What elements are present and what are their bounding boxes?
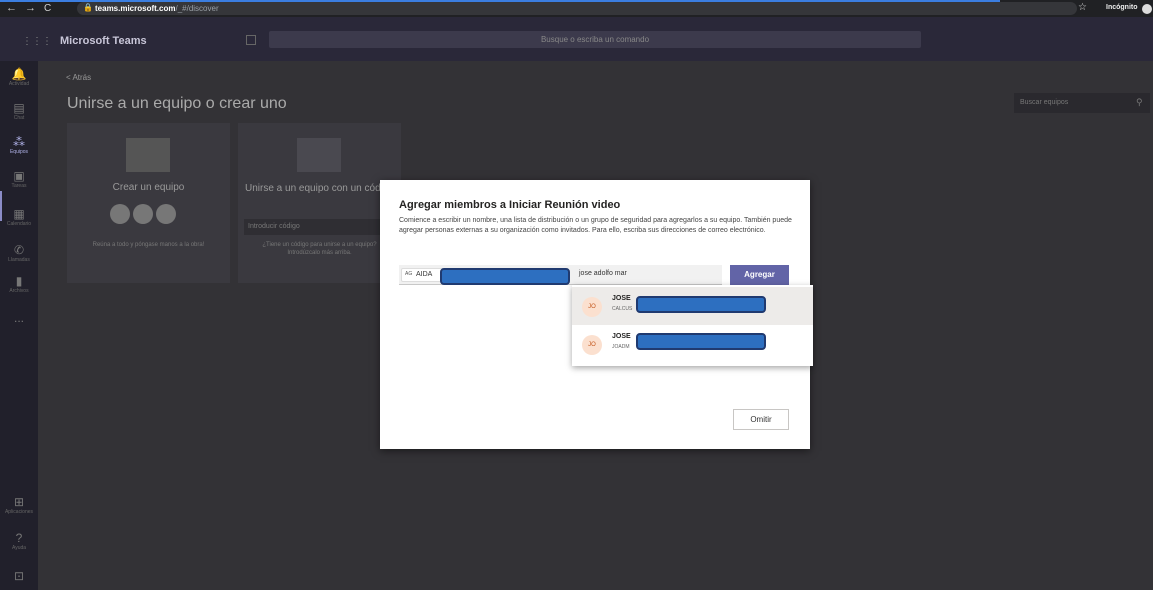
calendar-icon: ▦ [13, 207, 25, 221]
help-icon: ? [15, 531, 23, 545]
redaction-overlay [636, 333, 766, 350]
rail-label: Calendario [6, 221, 32, 227]
team-avatars-illustration [110, 204, 179, 229]
tasks-icon: ▣ [13, 169, 25, 183]
rail-item-tasks[interactable]: ▣ Tareas [0, 169, 38, 190]
rail-item-calendar[interactable]: ▦ Calendario [0, 207, 38, 228]
bell-icon: 🔔 [11, 67, 27, 81]
team-search-input[interactable]: Buscar equipos ⚲ [1014, 93, 1150, 113]
rail-label: Archivos [9, 288, 29, 294]
redaction-overlay [636, 296, 766, 313]
browser-toolbar: ← → C 🔒 teams.microsoft.com/_#/discover … [0, 0, 1153, 17]
rail-label: Actividad [8, 81, 30, 87]
app-name: Microsoft Teams [60, 35, 147, 47]
suggestion-detail: JOADM [612, 344, 630, 350]
rail-label: Equipos [9, 149, 29, 155]
download-app-icon: ⊡ [13, 569, 25, 583]
left-rail: 🔔 Actividad ▤ Chat ⁂ Equipos ▣ Tareas ▦ … [0, 61, 38, 590]
address-bar[interactable]: 🔒 teams.microsoft.com/_#/discover [77, 2, 1077, 15]
dialog-title: Agregar miembros a Iniciar Reunión video [399, 199, 621, 211]
rail-item-download[interactable]: ⊡ [0, 569, 38, 583]
phone-icon: ✆ [13, 243, 25, 257]
rail-item-help[interactable]: ? Ayuda [0, 531, 38, 552]
incognito-label: Incógnito [1106, 4, 1138, 11]
create-team-illustration [126, 138, 170, 172]
rail-item-teams[interactable]: ⁂ Equipos [0, 135, 38, 156]
rail-label: Ayuda [11, 545, 27, 551]
command-search[interactable]: Busque o escriba un comando [269, 31, 921, 48]
search-icon: ⚲ [1136, 97, 1143, 107]
files-icon: ▮ [15, 274, 23, 288]
join-team-card[interactable]: Unirse a un equipo con un código Introdu… [238, 123, 401, 283]
apps-icon: ⊞ [13, 495, 25, 509]
suggestion-name: JOSE [612, 295, 631, 302]
rail-item-files[interactable]: ▮ Archivos [0, 274, 38, 295]
avatar: JO [582, 335, 602, 355]
rail-item-more[interactable]: ... [0, 311, 38, 325]
create-team-title: Crear un equipo [112, 182, 185, 193]
chat-icon: ▤ [13, 101, 25, 115]
back-arrow-icon[interactable]: ← [6, 3, 17, 14]
lock-icon: 🔒 [83, 3, 93, 12]
teams-icon: ⁂ [13, 135, 25, 149]
rail-label: Llamadas [8, 257, 30, 263]
rail-label: Aplicaciones [4, 509, 34, 515]
rail-item-chat[interactable]: ▤ Chat [0, 101, 38, 122]
command-search-placeholder: Busque o escriba un comando [540, 35, 650, 44]
app-launcher-icon[interactable]: ⋮⋮⋮ [22, 36, 52, 47]
rail-item-activity[interactable]: 🔔 Actividad [0, 67, 38, 88]
suggestion-detail: CALCUS [612, 306, 633, 312]
avatar: JO [582, 297, 602, 317]
create-team-desc: Reúna a todo y póngase manos a la obra! [92, 242, 205, 248]
member-pill-name: AIDA [416, 271, 433, 278]
reload-icon[interactable]: C [44, 3, 51, 14]
forward-arrow-icon[interactable]: → [25, 3, 36, 14]
typed-query[interactable]: jose adolfo mar [579, 270, 627, 277]
join-code-placeholder: Introducir código [248, 223, 300, 230]
suggestion-name: JOSE [612, 333, 631, 340]
join-team-illustration [297, 138, 341, 172]
rail-label: Chat [13, 115, 25, 121]
new-chat-icon[interactable] [246, 35, 256, 45]
url-text: teams.microsoft.com/_#/discover [95, 4, 219, 13]
rail-item-apps[interactable]: ⊞ Aplicaciones [0, 495, 38, 516]
rail-label: Tareas [11, 183, 27, 189]
more-icon: ... [13, 311, 24, 325]
member-pill-initials: AG [405, 271, 413, 277]
dialog-description: Comience a escribir un nombre, una lista… [399, 217, 792, 234]
page-title: Unirse a un equipo o crear uno [67, 95, 287, 112]
add-button[interactable]: Agregar [730, 265, 789, 285]
team-search-placeholder: Buscar equipos [1020, 99, 1069, 106]
bookmark-star-icon[interactable]: ☆ [1078, 2, 1087, 13]
create-team-card[interactable]: Crear un equipo Reúna a todo y póngase m… [67, 123, 230, 283]
join-code-input[interactable]: Introducir código [244, 219, 394, 235]
join-team-title: Unirse a un equipo con un código [245, 183, 394, 194]
skip-button[interactable]: Omitir [733, 409, 789, 430]
teams-header: ⋮⋮⋮ Microsoft Teams Busque o escriba un … [0, 17, 1153, 61]
join-team-desc: ¿Tiene un código para unirse a un equipo… [262, 242, 377, 256]
back-link[interactable]: < Atrás [66, 73, 91, 82]
rail-item-calls[interactable]: ✆ Llamadas [0, 243, 38, 264]
redaction-overlay [440, 268, 570, 285]
incognito-avatar[interactable] [1142, 4, 1152, 14]
